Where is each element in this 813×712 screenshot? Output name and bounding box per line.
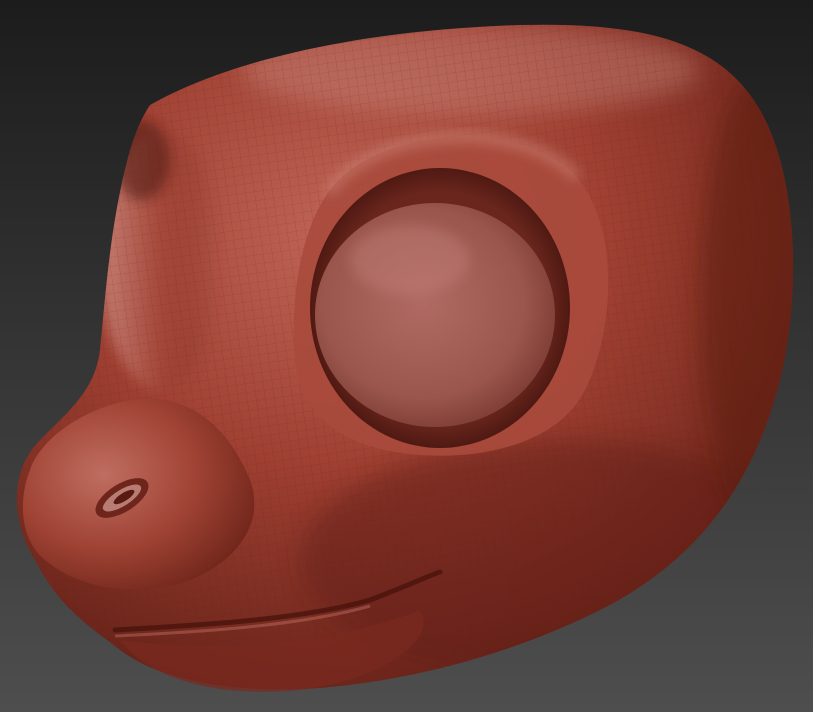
sculpt-viewport[interactable] — [0, 0, 813, 712]
sculpt-canvas[interactable] — [0, 0, 813, 712]
